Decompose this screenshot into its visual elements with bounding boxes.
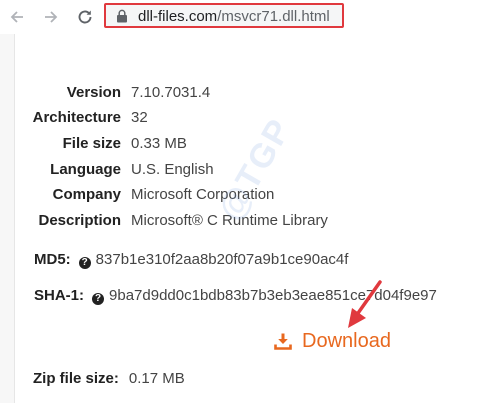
forward-button[interactable] [40,6,62,28]
help-icon[interactable]: ? [78,257,91,269]
back-button[interactable] [6,6,28,28]
info-value: 7.10.7031.4 [131,84,211,101]
url-text: dll-files.com/msvcr71.dll.html [138,8,330,25]
sha1-label: SHA-1: [34,287,85,304]
info-row-architecture: Architecture 32 [15,109,415,129]
reload-icon [78,10,92,24]
info-row-version: Version 7.10.7031.4 [15,84,415,104]
info-label: Version [66,84,121,101]
lock-icon [117,9,127,23]
info-value: Microsoft® C Runtime Library [131,212,328,229]
info-row-language: Language U.S. English [15,161,415,181]
info-label: Description [38,212,121,229]
zip-label: Zip file size: [33,370,119,387]
md5-row: MD5:? 837b1e310f2aa8b20f07a9b1ce90ac4f [34,251,348,269]
forward-arrow-icon [45,11,58,23]
url-path: /msvcr71.dll.html [217,8,330,25]
page-left-gutter [0,34,14,403]
browser-toolbar: dll-files.com/msvcr71.dll.html [0,0,498,35]
info-row-file-size: File size 0.33 MB [15,135,415,155]
url-domain: dll-files.com [138,8,218,25]
annotation-arrow-icon [348,280,382,328]
info-row-company: Company Microsoft Corporation [15,186,415,206]
info-value: U.S. English [131,161,214,178]
address-bar[interactable]: dll-files.com/msvcr71.dll.html [104,3,344,28]
help-icon[interactable]: ? [92,293,105,305]
info-label: Company [52,186,121,203]
info-label: Language [50,161,121,178]
reload-button[interactable] [74,6,96,28]
md5-label: MD5: [34,251,71,268]
info-label: Architecture [32,109,121,126]
info-value: Microsoft Corporation [131,186,275,203]
file-details-panel: Version 7.10.7031.4 Architecture 32 File… [14,34,498,403]
back-arrow-icon [10,11,23,23]
info-row-description: Description Microsoft® C Runtime Library [15,212,415,232]
zip-file-size-row: Zip file size: 0.17 MB [33,370,185,387]
info-value: 32 [131,109,148,126]
md5-value: 837b1e310f2aa8b20f07a9b1ce90ac4f [95,251,349,268]
info-value: 0.33 MB [131,135,187,152]
zip-value: 0.17 MB [128,370,185,387]
download-icon [274,333,292,350]
info-label: File size [62,135,121,152]
